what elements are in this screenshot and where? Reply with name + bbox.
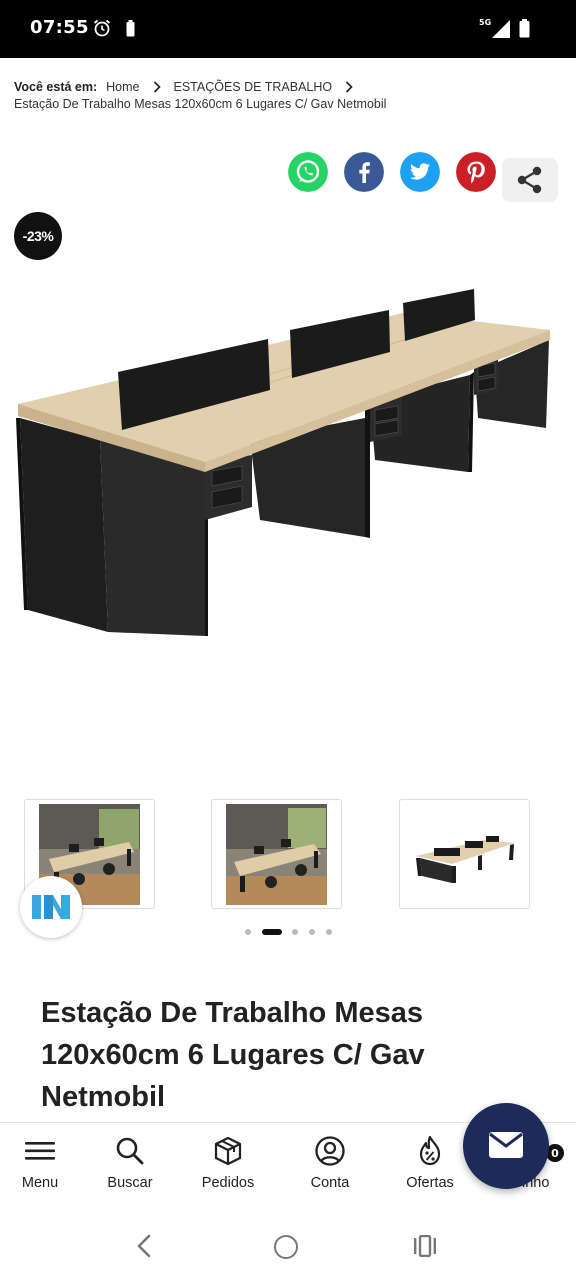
breadcrumb-prefix: Você está em: <box>14 80 98 94</box>
nav-menu[interactable]: Menu <box>0 1123 80 1219</box>
alarm-icon <box>93 19 111 37</box>
network-type: 5G <box>479 18 492 27</box>
status-time: 07:55 <box>30 17 89 38</box>
gallery-dot[interactable] <box>292 929 298 935</box>
gallery-dot[interactable] <box>326 929 332 935</box>
facebook-icon[interactable] <box>344 152 384 192</box>
thumbnail-office-photo <box>226 804 327 905</box>
nav-orders[interactable]: Pedidos <box>188 1123 268 1219</box>
mail-icon <box>489 1132 523 1158</box>
back-icon[interactable] <box>134 1233 154 1259</box>
breadcrumb-home-link[interactable]: Home <box>106 80 139 94</box>
menu-icon <box>25 1142 55 1160</box>
discount-icon <box>419 1135 441 1166</box>
breadcrumb: Você está em: Home ESTAÇÕES DE TRABALHO … <box>14 78 564 113</box>
nav-search[interactable]: Buscar <box>90 1123 170 1219</box>
nav-label: Conta <box>310 1175 350 1191</box>
pinterest-icon[interactable] <box>456 152 496 192</box>
system-navigation-bar <box>0 1218 576 1280</box>
battery-icon <box>519 19 530 38</box>
gallery-dot-active[interactable] <box>262 929 282 935</box>
product-title: Estação De Trabalho Mesas 120x60cm 6 Lug… <box>41 997 425 1113</box>
nav-label: Menu <box>21 1175 59 1191</box>
twitter-icon[interactable] <box>400 152 440 192</box>
contact-mail-button[interactable] <box>463 1103 549 1189</box>
chevron-right-icon <box>346 81 353 93</box>
nav-label: Ofertas <box>406 1175 454 1191</box>
breadcrumb-current: Estação De Trabalho Mesas 120x60cm 6 Lug… <box>14 97 387 111</box>
status-bar: 07:55 5G <box>0 0 576 58</box>
nav-label: Pedidos <box>201 1175 255 1191</box>
thumbnail-product-render <box>414 804 515 905</box>
share-button[interactable] <box>502 158 558 202</box>
discount-badge: -23% <box>14 212 62 260</box>
box-icon <box>214 1136 242 1166</box>
search-icon <box>116 1137 144 1165</box>
gallery-dot[interactable] <box>309 929 315 935</box>
thumbnail-2[interactable] <box>211 799 342 909</box>
nav-offers[interactable]: Ofertas <box>390 1123 470 1219</box>
home-icon[interactable] <box>274 1235 298 1259</box>
share-icon <box>517 166 542 194</box>
chevron-right-icon <box>153 81 161 93</box>
nav-account[interactable]: Conta <box>290 1123 370 1219</box>
battery-saver-icon <box>126 20 135 37</box>
user-icon <box>315 1136 345 1166</box>
gallery-dot[interactable] <box>245 929 251 935</box>
product-main-image[interactable] <box>0 270 576 670</box>
signal-icon <box>492 20 510 38</box>
breadcrumb-category-link[interactable]: ESTAÇÕES DE TRABALHO <box>174 80 333 94</box>
recents-icon[interactable] <box>413 1235 437 1257</box>
gallery-pagination <box>0 927 576 937</box>
nav-label: Buscar <box>107 1175 153 1191</box>
thumbnail-3[interactable] <box>399 799 530 909</box>
whatsapp-icon[interactable] <box>288 152 328 192</box>
